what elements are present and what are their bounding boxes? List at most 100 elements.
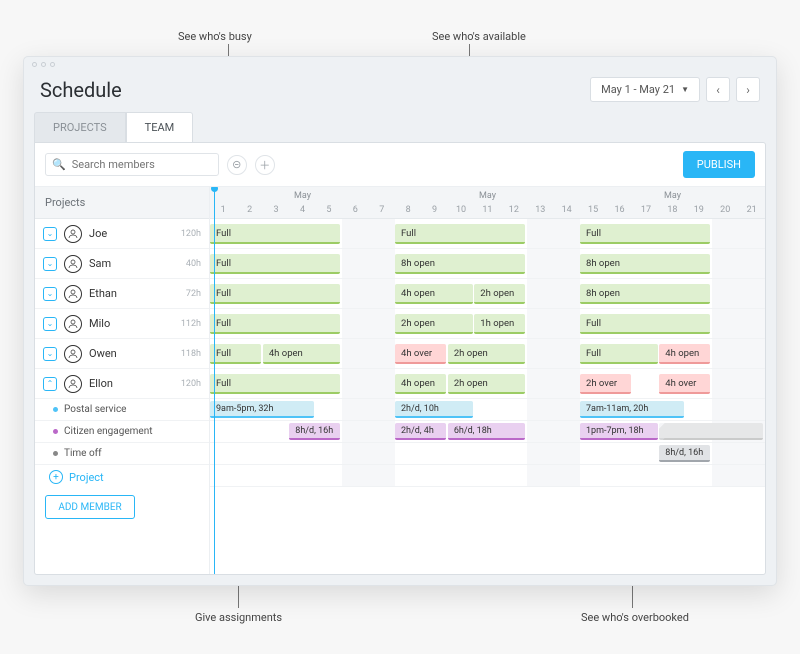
- member-hours: 40h: [186, 259, 201, 269]
- project-lane[interactable]: 9am-5pm, 32h 2h/d, 10h 7am-11am, 20h: [210, 399, 765, 421]
- schedule-bar[interactable]: 4h over: [659, 374, 710, 394]
- member-hours: 72h: [186, 289, 201, 299]
- plus-icon: +: [49, 470, 63, 484]
- schedule-bar[interactable]: 8h open: [580, 254, 710, 274]
- page-title: Schedule: [40, 78, 122, 102]
- tab-projects[interactable]: PROJECTS: [34, 112, 126, 142]
- search-input[interactable]: [72, 158, 212, 171]
- schedule-bar[interactable]: Full: [395, 224, 525, 244]
- schedule-bar[interactable]: Full: [580, 314, 710, 334]
- schedule-bar[interactable]: Full: [210, 254, 340, 274]
- schedule-bar[interactable]: 4h open: [395, 374, 446, 394]
- member-lane[interactable]: Full 2h open1h open Full: [210, 309, 765, 339]
- expand-toggle[interactable]: ⌄: [43, 257, 57, 271]
- schedule-bar[interactable]: Full: [210, 374, 340, 394]
- member-lane[interactable]: Full 4h open2h open 8h open: [210, 279, 765, 309]
- member-name: Sam: [89, 257, 179, 270]
- schedule-bar[interactable]: 7am-11am, 20h: [580, 401, 684, 418]
- project-color-dot: [53, 451, 58, 456]
- add-project-label: Project: [69, 471, 104, 484]
- schedule-bar[interactable]: 4h open: [263, 344, 341, 364]
- avatar-icon: [64, 255, 82, 273]
- member-name: Ellon: [89, 377, 174, 390]
- expand-toggle[interactable]: ⌃: [43, 377, 57, 391]
- date-range-picker[interactable]: May 1 - May 21 ▼: [590, 77, 700, 102]
- add-project-button[interactable]: + Project: [35, 465, 209, 489]
- subrow-name: Citizen engagement: [64, 426, 153, 437]
- app-window: Schedule May 1 - May 21 ▼ ‹ › PROJECTS T…: [23, 56, 777, 586]
- schedule-bar[interactable]: 2h/d, 4h: [395, 423, 446, 440]
- member-lane[interactable]: Full 4h open2h open 2h over 4h over: [210, 369, 765, 399]
- member-hours: 118h: [181, 349, 201, 359]
- schedule-bar[interactable]: 9am-5pm, 32h: [210, 401, 314, 418]
- project-lane[interactable]: 8h/d, 16h 2h/d, 4h6h/d, 18h 1pm-7pm, 18h: [210, 421, 765, 443]
- timeline-header: MayMayMay 123456789101112131415161718192…: [210, 187, 765, 219]
- schedule-bar[interactable]: Full: [210, 314, 340, 334]
- schedule-bar[interactable]: 2h/d, 10h: [395, 401, 473, 418]
- project-color-dot: [53, 429, 58, 434]
- member-name: Ethan: [89, 287, 179, 300]
- member-name: Milo: [89, 317, 174, 330]
- schedule-bar[interactable]: Full: [580, 344, 658, 364]
- member-hours: 120h: [181, 379, 201, 389]
- schedule-bar[interactable]: Full: [210, 344, 261, 364]
- add-member-button[interactable]: ADD MEMBER: [45, 495, 135, 519]
- project-color-dot: [53, 407, 58, 412]
- avatar-icon: [64, 375, 82, 393]
- avatar-icon: [64, 345, 82, 363]
- callout-available: See who's available: [432, 30, 526, 43]
- subrow-name: Time off: [64, 448, 102, 459]
- expand-toggle[interactable]: ⌄: [43, 347, 57, 361]
- avatar-icon: [64, 225, 82, 243]
- member-hours: 120h: [181, 229, 201, 239]
- schedule-bar[interactable]: 2h over: [580, 374, 631, 394]
- filter-button[interactable]: ⊝: [227, 155, 247, 175]
- schedule-bar[interactable]: 4h open: [659, 344, 710, 364]
- expand-toggle[interactable]: ⌄: [43, 227, 57, 241]
- schedule-bar[interactable]: 1pm-7pm, 18h: [580, 423, 658, 440]
- schedule-bar[interactable]: 2h open: [448, 374, 526, 394]
- schedule-bar[interactable]: 2h open: [395, 314, 473, 334]
- publish-button[interactable]: PUBLISH: [683, 151, 755, 178]
- schedule-bar[interactable]: 2h open: [474, 284, 525, 304]
- left-header: Projects: [35, 187, 209, 219]
- tab-team[interactable]: TEAM: [126, 112, 194, 142]
- project-lane[interactable]: 8h/d, 16h: [210, 443, 765, 465]
- member-name: Joe: [89, 227, 174, 240]
- member-name: Owen: [89, 347, 174, 360]
- expand-toggle[interactable]: ⌄: [43, 287, 57, 301]
- schedule-bar[interactable]: 6h/d, 18h: [448, 423, 526, 440]
- member-lane[interactable]: Full4h open4h over2h openFull4h open: [210, 339, 765, 369]
- callout-assignments: Give assignments: [195, 611, 282, 624]
- search-icon: 🔍: [52, 158, 66, 171]
- member-lane[interactable]: Full 8h open 8h open: [210, 249, 765, 279]
- schedule-bar[interactable]: 1h open: [474, 314, 525, 334]
- chevron-down-icon: ▼: [681, 85, 689, 94]
- today-marker: [214, 187, 215, 574]
- subrow-name: Postal service: [64, 404, 127, 415]
- avatar-icon: [64, 315, 82, 333]
- schedule-bar[interactable]: Full: [210, 284, 340, 304]
- member-hours: 112h: [181, 319, 201, 329]
- schedule-bar[interactable]: 4h open: [395, 284, 473, 304]
- schedule-bar[interactable]: 4h over: [395, 344, 446, 364]
- schedule-bar[interactable]: 8h/d, 16h: [659, 445, 710, 462]
- callout-busy: See who's busy: [178, 30, 252, 43]
- search-input-wrapper[interactable]: 🔍: [45, 153, 219, 176]
- prev-button[interactable]: ‹: [706, 77, 730, 102]
- schedule-bar[interactable]: 8h open: [395, 254, 525, 274]
- add-button[interactable]: ＋: [255, 155, 275, 175]
- expand-toggle[interactable]: ⌄: [43, 317, 57, 331]
- callout-overbooked: See who's overbooked: [581, 611, 689, 624]
- schedule-bar[interactable]: 2h open: [448, 344, 526, 364]
- schedule-bar[interactable]: Full: [210, 224, 340, 244]
- schedule-bar[interactable]: Full: [580, 224, 710, 244]
- avatar-icon: [64, 285, 82, 303]
- schedule-bar[interactable]: 8h/d, 16h: [289, 423, 340, 440]
- schedule-bar[interactable]: [659, 423, 763, 440]
- next-button[interactable]: ›: [736, 77, 760, 102]
- date-range-label: May 1 - May 21: [601, 83, 675, 96]
- schedule-bar[interactable]: 8h open: [580, 284, 710, 304]
- window-titlebar: [24, 57, 776, 71]
- member-lane[interactable]: Full Full Full: [210, 219, 765, 249]
